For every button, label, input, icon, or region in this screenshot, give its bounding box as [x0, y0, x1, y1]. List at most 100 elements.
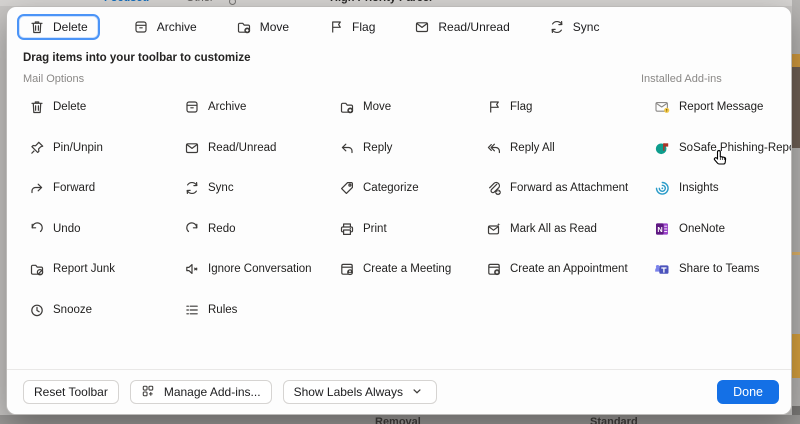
sync-icon [184, 180, 200, 196]
toolbar-preview: Delete Archive Move Flag Read/Unread Sync [17, 11, 781, 43]
ignore-conversation-icon [184, 261, 200, 277]
create-appointment-icon [486, 261, 502, 277]
mail-option-redo[interactable]: Redo [178, 221, 333, 237]
mail-option-label: Archive [208, 101, 246, 113]
addins-list: Report Message SoSafe Phishing-Reportin In… [641, 87, 791, 290]
mail-option-label: Ignore Conversation [208, 263, 312, 275]
mail-options-header: Mail Options [23, 73, 84, 85]
toolbar-item-label: Delete [53, 20, 88, 34]
mark-all-read-icon [486, 221, 502, 237]
customize-toolbar-dialog: DeleteArchiveMoveFlagRead/UnreadSync Dra… [6, 6, 792, 415]
report-message-icon [654, 99, 670, 115]
reply-all-icon [486, 140, 502, 156]
sosafe-icon [654, 140, 670, 156]
mail-options-grid: Delete Archive Move Flag Pin/Unpin Read/Unrea… [23, 87, 633, 330]
background-text-fragment-1: Removal [375, 416, 421, 424]
show-labels-dropdown[interactable]: Show Labels Always [283, 380, 437, 404]
addins-grid-icon [141, 384, 157, 400]
mail-option-snooze[interactable]: Snooze [23, 302, 178, 318]
toolbar-item-archive[interactable]: Archive [127, 14, 203, 40]
background-category-brown [792, 67, 800, 148]
mail-option-label: Rules [208, 304, 237, 316]
mail-option-label: Sync [208, 182, 234, 194]
dialog-footer: Reset Toolbar Manage Add-ins... Show Lab… [7, 369, 791, 414]
installed-addins-header: Installed Add-ins [641, 73, 722, 85]
mail-option-label: Pin/Unpin [53, 142, 103, 154]
mail-option-archive[interactable]: Archive [178, 99, 333, 115]
mail-option-forward-as-attachment[interactable]: Forward as Attachment [480, 180, 633, 196]
addin-report-message[interactable]: Report Message [641, 87, 791, 128]
addin-share-to-teams[interactable]: Share to Teams [641, 249, 791, 290]
addin-label: Insights [679, 182, 719, 194]
read-unread-icon [184, 140, 200, 156]
move-icon [236, 19, 252, 35]
done-button[interactable]: Done [717, 380, 779, 404]
mail-option-report-junk[interactable]: Report Junk [23, 261, 178, 277]
mail-option-create-an-appointment[interactable]: Create an Appointment [480, 261, 633, 277]
background-text-fragment-2: Standard [590, 416, 638, 424]
background-other-tab: Other [186, 0, 214, 4]
svg-text:N: N [657, 225, 662, 234]
toolbar-item-move[interactable]: Move [230, 14, 295, 40]
mail-option-delete[interactable]: Delete [23, 99, 178, 115]
mail-option-flag[interactable]: Flag [480, 99, 633, 115]
mail-option-label: Create a Meeting [363, 263, 451, 275]
toolbar-item-sync[interactable]: Sync [543, 14, 606, 40]
mail-option-label: Categorize [363, 182, 419, 194]
delete-icon [29, 99, 45, 115]
background-category-orange-thin [792, 252, 800, 255]
mail-option-label: Undo [53, 223, 81, 235]
forward-attachment-icon [486, 180, 502, 196]
snooze-icon [29, 302, 45, 318]
mail-option-label: Create an Appointment [510, 263, 628, 275]
teams-icon [654, 261, 670, 277]
addin-insights[interactable]: Insights [641, 168, 791, 209]
mail-option-ignore-conversation[interactable]: Ignore Conversation [178, 261, 333, 277]
mail-option-categorize[interactable]: Categorize [333, 180, 480, 196]
mail-option-create-a-meeting[interactable]: Create a Meeting [333, 261, 480, 277]
mail-option-label: Reply [363, 142, 392, 154]
forward-icon [29, 180, 45, 196]
mail-option-label: Read/Unread [208, 142, 276, 154]
undo-icon [29, 221, 45, 237]
mail-option-rules[interactable]: Rules [178, 302, 333, 318]
mail-option-label: Delete [53, 101, 86, 113]
toolbar-item-label: Move [260, 20, 289, 34]
mail-option-label: Move [363, 101, 391, 113]
mail-option-reply-all[interactable]: Reply All [480, 140, 633, 156]
mail-option-undo[interactable]: Undo [23, 221, 178, 237]
background-category-orange [792, 54, 800, 67]
toolbar-item-flag[interactable]: Flag [322, 14, 381, 40]
sync-icon [549, 19, 565, 35]
redo-icon [184, 221, 200, 237]
addin-sosafe-phishing-reportin[interactable]: SoSafe Phishing-Reportin [641, 128, 791, 169]
toolbar-item-label: Read/Unread [438, 20, 509, 34]
chevron-down-icon [410, 384, 426, 400]
reset-toolbar-button[interactable]: Reset Toolbar [23, 380, 119, 404]
background-category-orange-2 [792, 334, 800, 378]
mail-option-read-unread[interactable]: Read/Unread [178, 140, 333, 156]
background-email-subject: High Priority Parcel [330, 0, 432, 4]
addin-label: Report Message [679, 101, 763, 113]
mail-option-sync[interactable]: Sync [178, 180, 333, 196]
mail-option-move[interactable]: Move [333, 99, 480, 115]
background-right-strip [792, 0, 800, 424]
addin-onenote[interactable]: NOneNote [641, 209, 791, 250]
mail-option-label: Print [363, 223, 387, 235]
toolbar-item-delete[interactable]: Delete [17, 14, 100, 40]
delete-icon [29, 19, 45, 35]
mail-option-label: Report Junk [53, 263, 115, 275]
toolbar-item-read-unread[interactable]: Read/Unread [408, 14, 515, 40]
mail-option-mark-all-as-read[interactable]: Mark All as Read [480, 221, 633, 237]
toolbar-item-label: Sync [573, 20, 600, 34]
manage-addins-button[interactable]: Manage Add-ins... [130, 380, 272, 404]
mail-option-pin-unpin[interactable]: Pin/Unpin [23, 140, 178, 156]
flag-icon [486, 99, 502, 115]
insights-icon [654, 180, 670, 196]
mail-option-print[interactable]: Print [333, 221, 480, 237]
mail-option-reply[interactable]: Reply [333, 140, 480, 156]
print-icon [339, 221, 355, 237]
mail-option-forward[interactable]: Forward [23, 180, 178, 196]
reply-icon [339, 140, 355, 156]
mail-option-label: Forward [53, 182, 95, 194]
